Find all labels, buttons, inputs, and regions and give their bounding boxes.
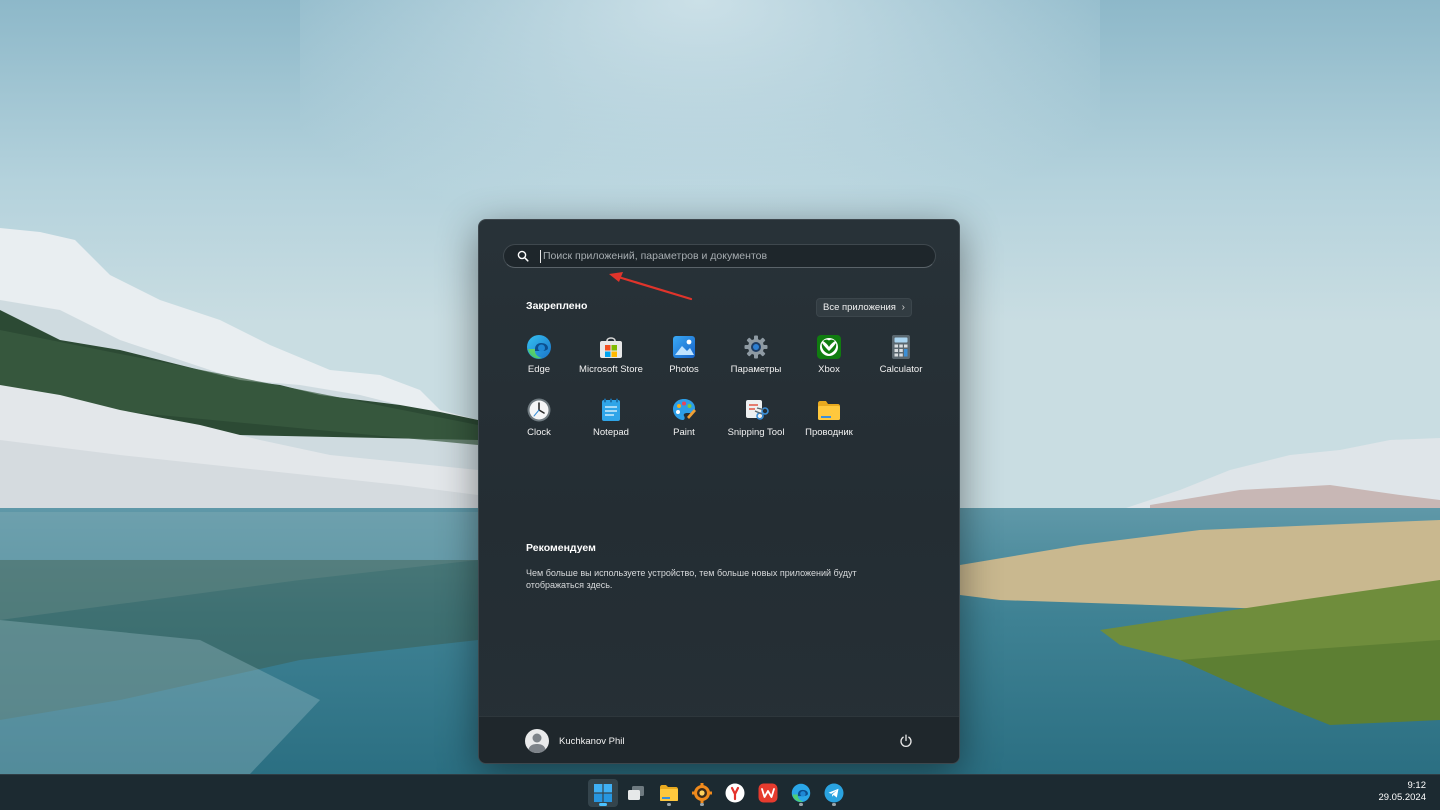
app-label: Параметры: [730, 364, 782, 375]
app-label: Photos: [669, 364, 699, 375]
clock-date: 29.05.2024: [1378, 792, 1426, 803]
pinned-section-title: Закреплено: [526, 300, 588, 312]
start-menu: Закреплено Все приложения ›: [478, 219, 960, 764]
edge-icon: [526, 334, 552, 360]
app-label: Paint: [673, 427, 695, 438]
yandex-browser-button[interactable]: [720, 779, 750, 807]
settings-gear-icon: [743, 334, 769, 360]
pinned-app-photos[interactable]: Photos: [648, 330, 720, 388]
running-indicator: [832, 803, 836, 806]
pinned-app-snipping-tool[interactable]: Snipping Tool: [720, 393, 792, 451]
clock-icon: [526, 397, 552, 423]
running-indicator: [700, 803, 704, 806]
snipping-tool-icon: [743, 397, 769, 423]
search-icon: [508, 245, 538, 267]
pinned-app-xbox[interactable]: Xbox: [793, 330, 865, 388]
pinned-app-edge[interactable]: Edge: [503, 330, 575, 388]
notepad-icon: [598, 397, 624, 423]
file-explorer-icon: [816, 397, 842, 423]
windows-logo-icon: [594, 784, 612, 802]
pinned-app-calculator[interactable]: Calculator: [865, 330, 937, 388]
pinned-app-clock[interactable]: Clock: [503, 393, 575, 451]
telegram-icon: [824, 783, 844, 803]
pinned-app-file-explorer[interactable]: Проводник: [793, 393, 865, 451]
file-explorer-icon: [660, 785, 678, 801]
user-name: Kuchkanov Phil: [559, 735, 625, 747]
system-clock[interactable]: 9:12 29.05.2024: [1378, 780, 1426, 804]
app-label: Xbox: [818, 364, 840, 375]
xnview-icon: [692, 783, 712, 803]
pinned-app-notepad[interactable]: Notepad: [575, 393, 647, 451]
red-arrow-annotation: [609, 272, 693, 301]
start-menu-footer: Kuchkanov Phil: [479, 716, 959, 763]
wps-icon: [758, 783, 778, 803]
calculator-icon: [888, 334, 914, 360]
edge-button[interactable]: [786, 779, 816, 807]
power-icon: [900, 734, 912, 747]
app-label: Snipping Tool: [727, 427, 785, 438]
file-explorer-button[interactable]: [654, 779, 684, 807]
task-view-button[interactable]: [621, 779, 651, 807]
user-avatar-icon: [525, 729, 549, 753]
search-box[interactable]: [503, 244, 936, 268]
task-view-icon: [628, 786, 644, 800]
start-button[interactable]: [588, 779, 618, 807]
photos-icon: [671, 334, 697, 360]
running-indicator: [667, 803, 671, 806]
app-label: Microsoft Store: [579, 364, 643, 375]
telegram-button[interactable]: [819, 779, 849, 807]
app-label: Calculator: [879, 364, 923, 375]
app-label: Проводник: [805, 427, 853, 438]
chevron-right-icon: ›: [901, 302, 905, 313]
active-indicator: [599, 803, 607, 806]
clock-time: 9:12: [1407, 780, 1427, 791]
app-label: Notepad: [593, 427, 629, 438]
recommended-empty-text: Чем больше вы используете устройство, те…: [526, 568, 857, 590]
app-label: Clock: [527, 427, 551, 438]
pinned-app-microsoft-store[interactable]: Microsoft Store: [575, 330, 647, 388]
pinned-app-settings[interactable]: Параметры: [720, 330, 792, 388]
app-label: Edge: [527, 364, 551, 375]
search-input[interactable]: [541, 246, 935, 266]
wps-office-button[interactable]: [753, 779, 783, 807]
recommended-section-title: Рекомендуем: [526, 542, 596, 554]
yandex-icon: [725, 783, 745, 803]
pinned-app-paint[interactable]: Paint: [648, 393, 720, 451]
running-indicator: [799, 803, 803, 806]
xbox-icon: [816, 334, 842, 360]
all-apps-label: Все приложения: [823, 302, 896, 313]
paint-icon: [671, 397, 697, 423]
all-apps-button[interactable]: Все приложения ›: [816, 298, 912, 317]
edge-icon: [791, 783, 811, 803]
store-icon: [598, 334, 624, 360]
taskbar: 9:12 29.05.2024: [0, 774, 1440, 810]
power-button[interactable]: [895, 730, 917, 752]
user-account-button[interactable]: Kuchkanov Phil: [525, 729, 624, 753]
xnview-button[interactable]: [687, 779, 717, 807]
